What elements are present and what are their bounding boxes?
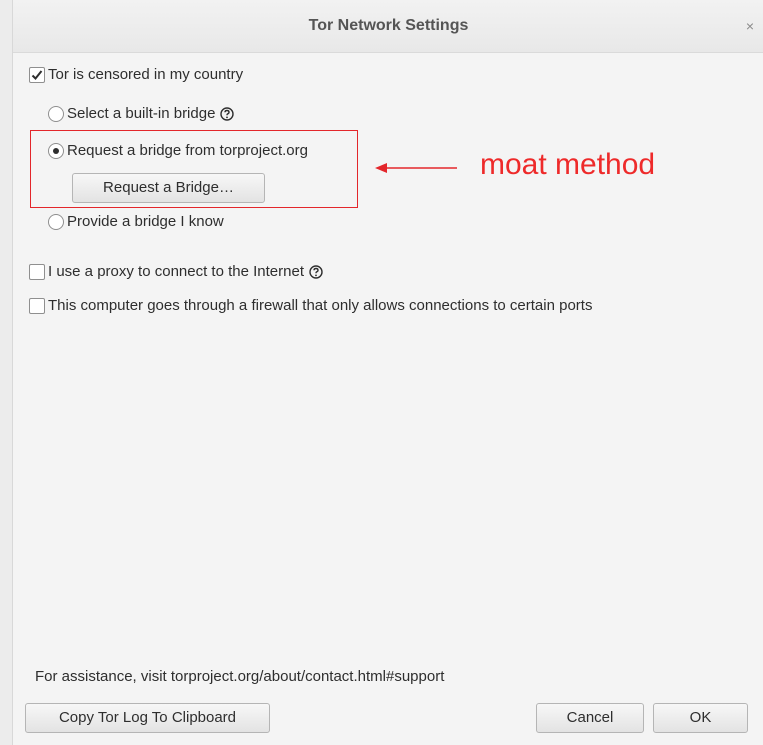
provide-bridge-radio[interactable] bbox=[48, 213, 64, 230]
cancel-button[interactable]: Cancel bbox=[536, 703, 644, 733]
question-circle-icon[interactable] bbox=[309, 264, 323, 279]
censored-label: Tor is censored in my country bbox=[48, 66, 244, 83]
proxy-option[interactable]: I use a proxy to connect to the Internet bbox=[29, 263, 323, 280]
proxy-checkbox[interactable] bbox=[29, 263, 45, 280]
dialog-title: Tor Network Settings bbox=[308, 17, 469, 34]
firewall-label: This computer goes through a firewall th… bbox=[48, 297, 593, 314]
builtin-bridge-radio[interactable] bbox=[48, 105, 64, 122]
title-bar: Tor Network Settings × bbox=[13, 0, 763, 53]
builtin-bridge-label: Select a built-in bridge bbox=[67, 105, 216, 122]
annotation-highlight-box bbox=[30, 130, 358, 208]
proxy-label: I use a proxy to connect to the Internet bbox=[48, 263, 304, 280]
firewall-checkbox[interactable] bbox=[29, 297, 45, 314]
checkmark-icon bbox=[31, 69, 43, 80]
close-icon[interactable]: × bbox=[740, 16, 760, 36]
ok-button[interactable]: OK bbox=[653, 703, 748, 733]
provide-bridge-option[interactable]: Provide a bridge I know bbox=[48, 213, 224, 230]
copy-log-button[interactable]: Copy Tor Log To Clipboard bbox=[25, 703, 270, 733]
tor-network-settings-dialog: Tor Network Settings × Tor is censored i… bbox=[12, 0, 763, 745]
censored-option[interactable]: Tor is censored in my country bbox=[29, 66, 243, 83]
provide-bridge-label: Provide a bridge I know bbox=[67, 213, 224, 230]
firewall-option[interactable]: This computer goes through a firewall th… bbox=[29, 297, 592, 314]
censored-checkbox[interactable] bbox=[29, 66, 45, 83]
assistance-text: For assistance, visit torproject.org/abo… bbox=[35, 668, 445, 685]
annotation-label: moat method bbox=[480, 148, 656, 181]
builtin-bridge-option[interactable]: Select a built-in bridge bbox=[48, 105, 235, 122]
question-circle-icon[interactable] bbox=[220, 106, 235, 121]
arrow-left-icon bbox=[375, 163, 457, 173]
